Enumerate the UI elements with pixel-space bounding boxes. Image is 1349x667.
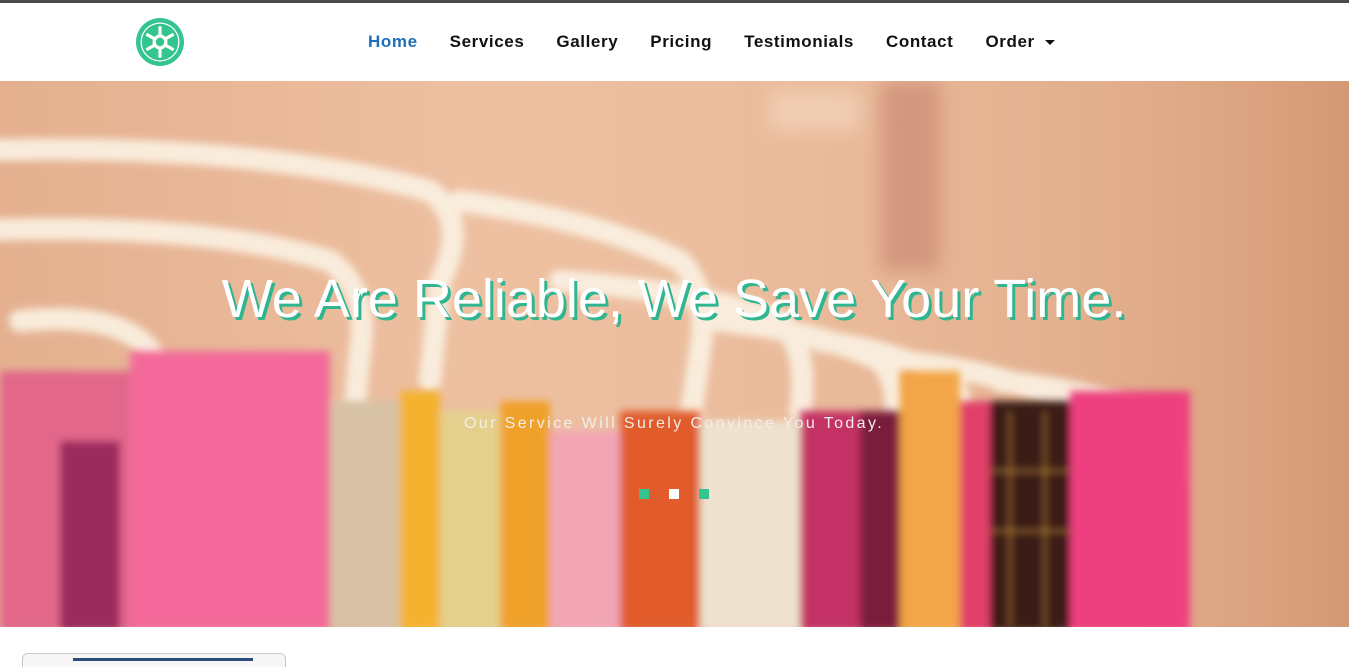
nav-order-label: Order: [985, 32, 1035, 51]
nav-testimonials[interactable]: Testimonials: [728, 32, 870, 52]
main-nav: Home Services Gallery Pricing Testimonia…: [352, 3, 1071, 81]
nav-contact[interactable]: Contact: [870, 32, 969, 52]
nav-gallery[interactable]: Gallery: [540, 32, 634, 52]
caret-down-icon: [1044, 40, 1055, 45]
logo-link[interactable]: [135, 17, 185, 67]
nav-order-dropdown[interactable]: Order: [969, 32, 1070, 52]
nav-home[interactable]: Home: [352, 32, 434, 52]
nav-pricing[interactable]: Pricing: [634, 32, 728, 52]
hero-carousel: We Are Reliable, We Save Your Time. Our …: [0, 81, 1349, 627]
card-top-edge: [22, 653, 286, 667]
hero-background-image: [0, 81, 1349, 627]
nav-services[interactable]: Services: [434, 32, 541, 52]
carousel-indicator-1[interactable]: [639, 489, 649, 499]
next-section: [0, 627, 1349, 667]
carousel-indicator-2[interactable]: [669, 489, 679, 499]
carousel-indicator-3[interactable]: [699, 489, 709, 499]
navbar: Home Services Gallery Pricing Testimonia…: [0, 3, 1349, 81]
hero-subtitle: Our Service Will Surely Convince You Tod…: [463, 415, 885, 432]
hero-title: We Are Reliable, We Save Your Time.: [221, 269, 1127, 329]
carousel-indicators: [639, 489, 709, 499]
galactic-empire-cog-icon: [136, 18, 184, 66]
